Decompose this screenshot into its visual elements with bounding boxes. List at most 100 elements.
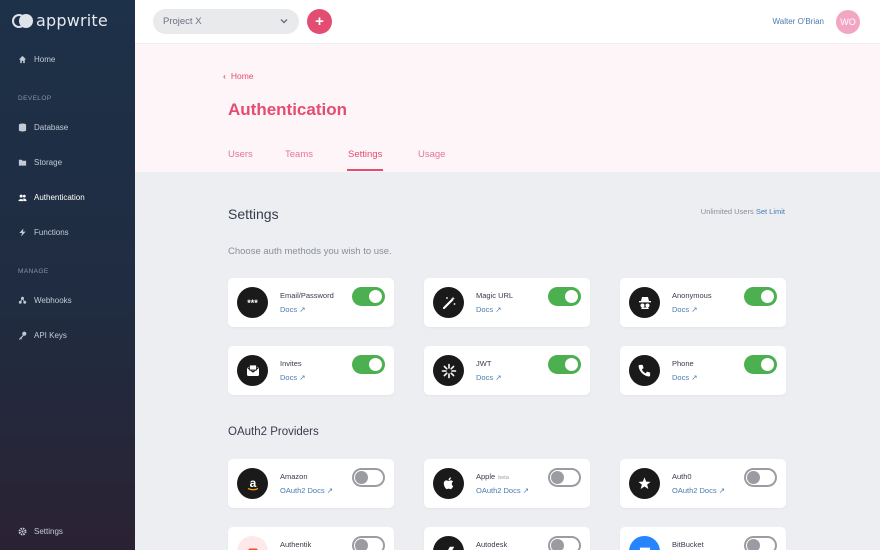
provider-toggle[interactable] [352, 536, 385, 550]
auth-method-card: Magic URL Docs ↗ [424, 278, 590, 327]
auth-toggle[interactable] [548, 287, 581, 306]
provider-toggle[interactable] [744, 468, 777, 487]
auth-toggle[interactable] [744, 287, 777, 306]
sidebar-section-develop: DEVELOP [18, 95, 52, 102]
asterisks-icon: *** [237, 287, 268, 318]
auth-toggle[interactable] [548, 355, 581, 374]
avatar[interactable]: WO [836, 10, 860, 34]
svg-text:a: a [249, 476, 256, 490]
sidebar-item-home[interactable]: Home [18, 55, 55, 64]
external-link-icon: ↗ [495, 305, 502, 314]
gear-icon [18, 527, 27, 536]
webhook-icon [18, 296, 27, 305]
auth-method-card: Phone Docs ↗ [620, 346, 786, 395]
breadcrumb[interactable]: ‹ Home [223, 71, 254, 81]
sidebar-item-database[interactable]: Database [18, 123, 68, 132]
project-select-value: Project X [163, 16, 202, 27]
sidebar-item-authentication[interactable]: Authentication [18, 193, 85, 202]
users-limit: Unlimited Users Set Limit [701, 207, 785, 216]
magic-wand-icon [433, 287, 464, 318]
provider-name: Amazon [280, 472, 308, 481]
authentik-icon [237, 536, 268, 550]
auth-method-card: JWT Docs ↗ [424, 346, 590, 395]
sidebar-item-label: Functions [34, 228, 69, 237]
appwrite-logo[interactable]: appwrite [12, 11, 108, 30]
external-link-icon: ↗ [495, 373, 502, 382]
auth-toggle[interactable] [744, 355, 777, 374]
sidebar-item-settings[interactable]: Settings [18, 527, 63, 536]
autodesk-icon [433, 536, 464, 550]
external-link-icon: ↗ [718, 486, 725, 495]
external-link-icon: ↗ [299, 305, 306, 314]
docs-link[interactable]: Docs ↗ [476, 305, 501, 314]
breadcrumb-home: Home [230, 71, 254, 81]
provider-toggle[interactable] [548, 468, 581, 487]
settings-title: Settings [228, 206, 279, 222]
auth-toggle[interactable] [352, 355, 385, 374]
oauth-provider-card: Autodesk [424, 527, 590, 550]
docs-link[interactable]: Docs ↗ [280, 373, 305, 382]
settings-subtitle: Choose auth methods you wish to use. [228, 246, 392, 257]
oauth-provider-card: Auth0 OAuth2 Docs ↗ [620, 459, 786, 508]
sidebar-item-label: Database [34, 123, 69, 132]
page-title: Authentication [228, 100, 347, 119]
sidebar-item-api-keys[interactable]: API Keys [18, 331, 67, 340]
provider-toggle[interactable] [352, 468, 385, 487]
logo-icon [12, 13, 33, 28]
auth-method-name: Anonymous [672, 291, 712, 300]
user-name[interactable]: Walter O'Brian [773, 17, 824, 26]
provider-name: Apple beta [476, 472, 509, 481]
oauth-docs-link[interactable]: OAuth2 Docs ↗ [280, 486, 333, 495]
folder-icon [18, 158, 27, 167]
auth-method-name: JWT [476, 359, 492, 368]
auth-method-name: Phone [672, 359, 694, 368]
amazon-icon: a [237, 468, 268, 499]
docs-link[interactable]: Docs ↗ [672, 305, 697, 314]
sidebar: appwrite Home DEVELOP Database Storage A… [0, 0, 135, 550]
tab-teams[interactable]: Teams [285, 149, 313, 169]
phone-icon [629, 355, 660, 386]
beta-badge: beta [498, 475, 509, 481]
oauth-docs-link[interactable]: OAuth2 Docs ↗ [476, 486, 529, 495]
topbar: Project X + Walter O'Brian WO [135, 0, 880, 44]
home-icon [18, 55, 27, 64]
auth-method-card: Anonymous Docs ↗ [620, 278, 786, 327]
logo-text: appwrite [36, 11, 108, 30]
provider-name: BitBucket [672, 540, 704, 549]
bitbucket-icon [629, 536, 660, 550]
sidebar-item-label: Webhooks [34, 296, 72, 305]
key-icon [18, 331, 27, 340]
sidebar-item-label: Authentication [34, 193, 85, 202]
docs-link[interactable]: Docs ↗ [672, 373, 697, 382]
tab-users[interactable]: Users [228, 149, 253, 169]
auth-method-card: Invites Docs ↗ [228, 346, 394, 395]
auth-method-name: Invites [280, 359, 302, 368]
users-icon [18, 193, 27, 202]
sidebar-item-storage[interactable]: Storage [18, 158, 62, 167]
provider-name: Auth0 [672, 472, 692, 481]
oauth-provider-card: a Amazon OAuth2 Docs ↗ [228, 459, 394, 508]
docs-link[interactable]: Docs ↗ [280, 305, 305, 314]
oauth-provider-card: Apple beta OAuth2 Docs ↗ [424, 459, 590, 508]
sidebar-item-functions[interactable]: Functions [18, 228, 69, 237]
jwt-icon [433, 355, 464, 386]
external-link-icon: ↗ [691, 373, 698, 382]
external-link-icon: ↗ [299, 373, 306, 382]
provider-toggle[interactable] [744, 536, 777, 550]
sidebar-item-label: Settings [34, 527, 63, 536]
add-project-button[interactable]: + [307, 9, 332, 34]
docs-link[interactable]: Docs ↗ [476, 373, 501, 382]
oauth-docs-link[interactable]: OAuth2 Docs ↗ [672, 486, 725, 495]
oauth-provider-card: BitBucket [620, 527, 786, 550]
tab-usage[interactable]: Usage [418, 149, 445, 169]
external-link-icon: ↗ [326, 486, 333, 495]
set-limit-link[interactable]: Set Limit [756, 207, 785, 216]
provider-toggle[interactable] [548, 536, 581, 550]
chevron-down-icon [279, 16, 289, 29]
sidebar-item-webhooks[interactable]: Webhooks [18, 296, 72, 305]
tab-settings[interactable]: Settings [347, 149, 384, 171]
apple-icon [433, 468, 464, 499]
limit-text: Unlimited Users [700, 207, 754, 216]
project-select[interactable]: Project X [153, 9, 299, 34]
auth-toggle[interactable] [352, 287, 385, 306]
